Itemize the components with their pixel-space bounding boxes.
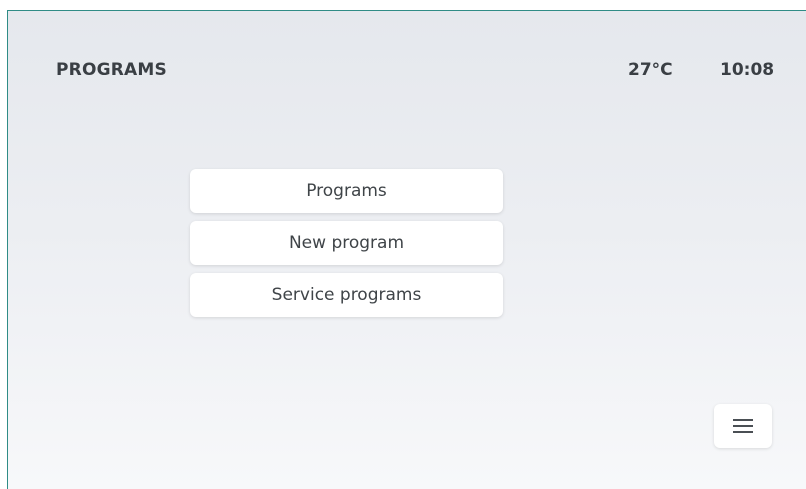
service-programs-button[interactable]: Service programs bbox=[190, 273, 503, 317]
hamburger-menu-icon bbox=[733, 419, 753, 433]
programs-button[interactable]: Programs bbox=[190, 169, 503, 213]
page-title: PROGRAMS bbox=[56, 60, 167, 80]
new-program-button[interactable]: New program bbox=[190, 221, 503, 265]
temperature-readout: 27°C bbox=[628, 60, 673, 80]
menu-button[interactable] bbox=[714, 404, 772, 448]
clock-readout: 10:08 bbox=[720, 60, 775, 80]
device-screen: PROGRAMS 27°C 10:08 Programs New program… bbox=[7, 10, 806, 489]
